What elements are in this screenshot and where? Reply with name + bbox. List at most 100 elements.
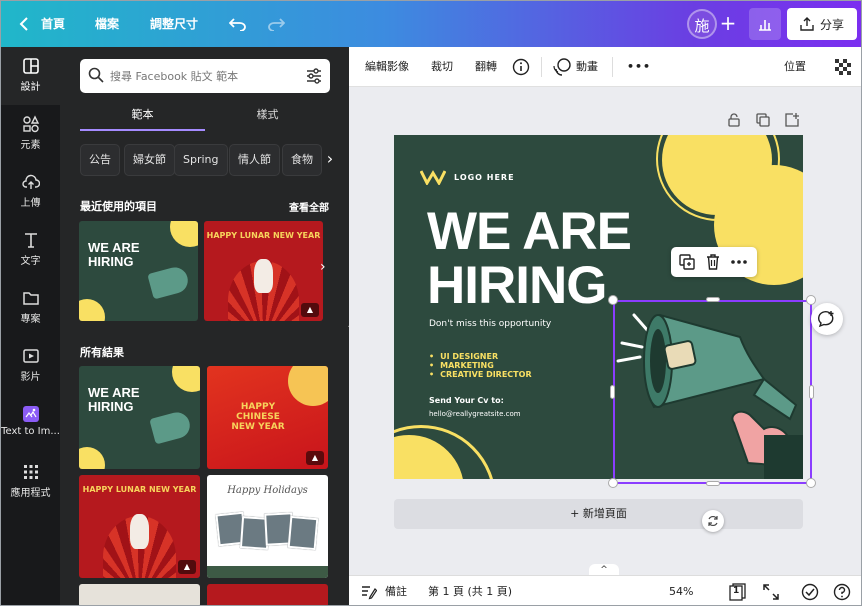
role-item: UI DESIGNER (429, 352, 532, 361)
resize-handle-bl[interactable] (608, 478, 618, 488)
lock-icon[interactable] (727, 113, 741, 127)
tab-templates[interactable]: 範本 (80, 105, 205, 131)
toolbar-divider (541, 57, 542, 77)
share-button[interactable]: 分享 (787, 8, 857, 40)
moon-shape (288, 366, 328, 406)
chip-announcement[interactable]: 公告 (80, 144, 120, 176)
add-page-icon[interactable] (785, 113, 799, 127)
rail-item-projects[interactable]: 專案 (1, 279, 60, 337)
resize-handle-tr[interactable] (806, 295, 816, 305)
chip-womens-day[interactable]: 婦女節 (124, 144, 175, 176)
template-thumb-hiring-2[interactable]: WE ARE HIRING (79, 366, 200, 469)
context-toolbar: 編輯影像 裁切 翻轉 動畫 ••• 位置 (349, 47, 861, 87)
rail-item-text-to-image[interactable]: Text to Im... (1, 395, 60, 453)
filter-sliders-icon[interactable] (306, 68, 322, 84)
page-indicator: 第 1 頁 (共 1 頁) (428, 585, 513, 598)
flip-button[interactable]: 翻轉 (475, 47, 497, 87)
search-input[interactable] (110, 59, 300, 93)
photo-frame (287, 515, 319, 551)
tab-styles[interactable]: 樣式 (205, 105, 330, 131)
rail-item-elements[interactable]: 元素 (1, 105, 60, 163)
animate-icon[interactable] (552, 57, 572, 77)
add-collaborator-button[interactable]: + (715, 9, 741, 39)
page-count-icon[interactable]: 1 (729, 583, 747, 601)
template-thumb-hiring[interactable]: WE ARE HIRING (79, 221, 198, 321)
resize-handle-right[interactable] (809, 385, 814, 399)
edit-image-button[interactable]: 編輯影像 (365, 47, 409, 87)
chip-spring[interactable]: Spring (174, 144, 228, 176)
transparency-icon[interactable] (835, 59, 851, 75)
position-button[interactable]: 位置 (784, 47, 806, 87)
notes-icon[interactable] (361, 584, 377, 600)
resize-handle-left[interactable] (610, 385, 615, 399)
rail-item-video[interactable]: 影片 (1, 337, 60, 395)
rail-item-apps[interactable]: 應用程式 (1, 453, 60, 511)
thumb-text: WE ARE HIRING (88, 240, 140, 269)
file-menu[interactable]: 檔案 (95, 1, 119, 47)
all-results-title: 所有結果 (80, 346, 124, 359)
thumb-text: HAPPY CHINESE NEW YEAR (231, 402, 285, 432)
chevron-right-icon[interactable]: › (320, 144, 340, 176)
undo-icon[interactable] (225, 11, 251, 37)
resize-handle-bottom[interactable] (706, 481, 720, 486)
chip-valentines[interactable]: 情人節 (229, 144, 280, 176)
template-thumb-chinese-new-year[interactable]: HAPPY CHINESE NEW YEAR ▲ (207, 366, 328, 469)
animate-button[interactable]: 動畫 (576, 47, 598, 87)
comment-add-icon[interactable] (811, 303, 843, 335)
rail-item-text[interactable]: 文字 (1, 221, 60, 279)
duplicate-page-icon[interactable] (756, 113, 770, 127)
selection-box[interactable] (613, 300, 812, 484)
search-box[interactable] (80, 59, 330, 93)
template-thumb-partial[interactable] (79, 584, 200, 605)
refresh-icon[interactable] (702, 510, 724, 532)
chip-food[interactable]: 食物 (282, 144, 322, 176)
info-icon[interactable] (512, 58, 530, 76)
thumb-circle (172, 366, 200, 392)
template-thumb-partial[interactable] (207, 584, 328, 605)
zoom-level[interactable]: 54% (669, 576, 693, 605)
template-thumb-happy-holidays[interactable]: Happy Holidays (207, 475, 328, 578)
template-thumb-lunar-new-year[interactable]: HAPPY LUNAR NEW YEAR ▲ (204, 221, 323, 321)
check-circle-icon[interactable] (801, 583, 819, 601)
page-count-text: 1 (733, 586, 740, 596)
notes-button[interactable]: 備註 (385, 576, 407, 605)
back-chevron-icon[interactable] (11, 11, 37, 37)
insights-chart-icon[interactable] (749, 8, 781, 40)
thumb-text: WE ARE HIRING (88, 385, 140, 414)
editor-area: 編輯影像 裁切 翻轉 動畫 ••• 位置 LOGO HERE WE ARE HI… (349, 47, 861, 605)
help-icon[interactable] (833, 583, 851, 601)
crop-button[interactable]: 裁切 (431, 47, 453, 87)
tagline[interactable]: Don't miss this opportunity (429, 319, 551, 329)
shapes-icon (22, 115, 39, 133)
bottom-bar: 備註 第 1 頁 (共 1 頁) 54% 1 (349, 575, 861, 605)
rail-label: 上傳 (20, 198, 41, 209)
top-bar: 首頁 檔案 調整尺寸 施 + 分享 (1, 1, 861, 47)
email-text[interactable]: hello@reallygreatsite.com (429, 410, 521, 418)
home-link[interactable]: 首頁 (41, 1, 65, 47)
resize-handle-br[interactable] (806, 478, 816, 488)
template-thumb-lunar-new-year-2[interactable]: HAPPY LUNAR NEW YEAR ▲ (79, 475, 200, 578)
add-page-button[interactable]: + 新增頁面 (394, 499, 803, 529)
rail-item-design[interactable]: 設計 (1, 47, 60, 105)
carousel-next-icon[interactable]: › (320, 259, 334, 279)
thumb-circle (79, 447, 105, 469)
rail-label: 設計 (20, 82, 41, 93)
more-options-button[interactable]: ••• (627, 47, 651, 87)
see-all-link[interactable]: 查看全部 (289, 199, 329, 214)
resize-handle-tl[interactable] (608, 295, 618, 305)
resize-handle-top[interactable] (706, 297, 720, 302)
rail-item-upload[interactable]: 上傳 (1, 163, 60, 221)
redo-icon[interactable] (263, 11, 289, 37)
send-cv-label[interactable]: Send Your Cv to: (429, 396, 504, 405)
share-upload-icon (800, 17, 814, 31)
trash-icon[interactable] (703, 252, 723, 272)
roles-list[interactable]: UI DESIGNER MARKETING CREATIVE DIRECTOR (429, 352, 532, 379)
avatar[interactable]: 施 (687, 9, 717, 39)
logo[interactable]: LOGO HERE (420, 169, 515, 185)
logo-mark-icon (420, 170, 446, 185)
fullscreen-icon[interactable] (763, 584, 779, 600)
headline[interactable]: WE ARE HIRING (427, 205, 632, 313)
duplicate-icon[interactable] (677, 252, 697, 272)
more-horizontal-icon[interactable] (729, 252, 749, 272)
resize-menu[interactable]: 調整尺寸 (150, 1, 198, 47)
